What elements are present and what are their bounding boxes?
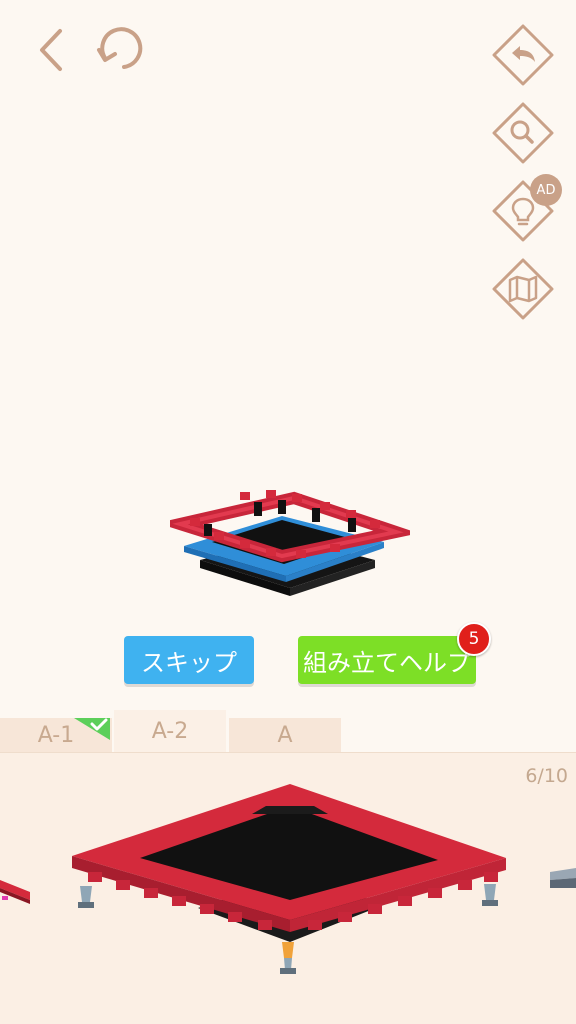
tab-a-2[interactable]: A-2 — [114, 710, 226, 752]
tab-a[interactable]: A — [229, 718, 341, 752]
reset-view-button[interactable] — [90, 20, 146, 76]
part-left-partial[interactable] — [0, 870, 40, 910]
back-button[interactable] — [24, 22, 80, 78]
part-trampoline[interactable] — [68, 780, 510, 980]
zoom-button[interactable] — [490, 100, 556, 166]
magnifier-icon — [492, 102, 554, 164]
ad-badge: AD — [530, 174, 562, 206]
chevron-left-icon — [40, 29, 62, 71]
tab-label: A-1 — [37, 722, 75, 748]
tab-label: A-2 — [151, 718, 189, 744]
completed-check-icon — [74, 718, 110, 740]
part-right-partial[interactable] — [546, 864, 576, 900]
tab-label: A — [277, 722, 293, 748]
map-button[interactable] — [490, 256, 556, 322]
assembly-model[interactable] — [170, 480, 410, 610]
rotate-icon — [97, 27, 143, 69]
undo-button[interactable] — [490, 22, 556, 88]
assembly-help-button[interactable]: 組み立てヘルプ — [298, 636, 476, 684]
skip-button[interactable]: スキップ — [124, 636, 254, 684]
page-counter: 6/10 — [525, 765, 568, 787]
undo-arrow-icon — [492, 24, 554, 86]
help-count-badge: 5 — [457, 622, 491, 656]
map-icon — [492, 258, 554, 320]
